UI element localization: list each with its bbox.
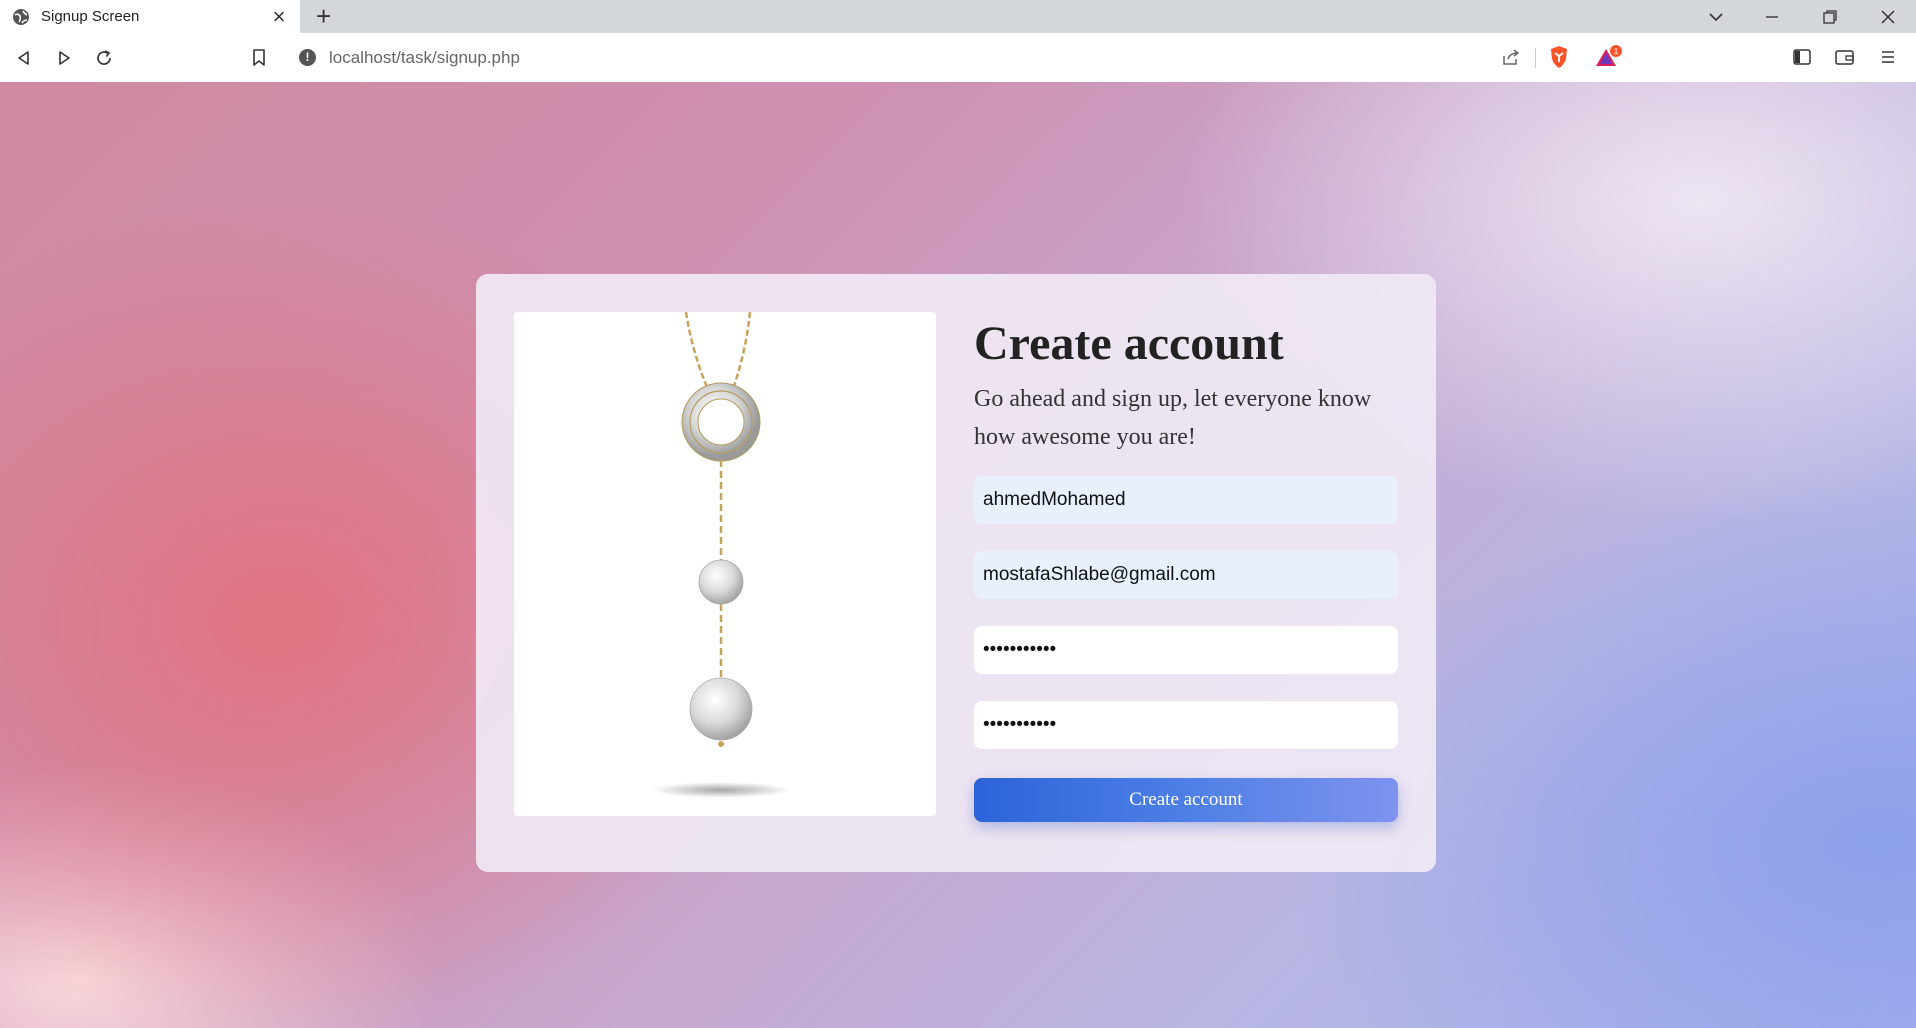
tab-search-icon[interactable]	[1688, 0, 1744, 33]
tab-title: Signup Screen	[41, 8, 140, 25]
restore-icon[interactable]	[1802, 0, 1858, 33]
menu-icon[interactable]	[1873, 40, 1903, 74]
sidebar-icon[interactable]	[1787, 40, 1817, 74]
back-arrow-icon[interactable]	[11, 45, 37, 71]
new-tab-icon[interactable]: +	[316, 3, 331, 29]
address-bar[interactable]: ! localhost/task/signup.php	[287, 40, 1627, 74]
form-title: Create account	[974, 317, 1284, 370]
site-info-icon[interactable]: !	[299, 49, 316, 66]
close-window-icon[interactable]	[1860, 0, 1916, 33]
username-field[interactable]	[974, 476, 1398, 524]
confirm-password-field[interactable]	[974, 701, 1398, 749]
tab-close-icon[interactable]: ×	[266, 5, 292, 28]
brave-shield-icon[interactable]	[1544, 40, 1574, 74]
email-field[interactable]	[974, 551, 1398, 599]
signup-card: Create account Go ahead and sign up, let…	[476, 274, 1436, 872]
globe-icon	[13, 8, 29, 25]
brave-rewards-icon[interactable]: 1	[1590, 40, 1628, 74]
necklace-illustration	[651, 312, 791, 798]
necklace-product-image	[514, 312, 936, 816]
wallet-icon[interactable]	[1830, 40, 1860, 74]
rewards-count: 1	[1614, 47, 1619, 56]
minimize-icon[interactable]	[1744, 0, 1800, 33]
create-account-button[interactable]: Create account	[974, 778, 1398, 822]
url-text[interactable]: localhost/task/signup.php	[329, 48, 520, 68]
forward-arrow-icon[interactable]	[51, 45, 77, 71]
browser-toolbar: ! localhost/task/signup.php 1	[0, 33, 1916, 83]
page-background: Create account Go ahead and sign up, let…	[0, 82, 1916, 1028]
form-subtitle: Go ahead and sign up, let everyone know …	[974, 386, 1372, 450]
tab-strip: Signup Screen × +	[0, 0, 1916, 33]
bookmark-icon[interactable]	[246, 45, 272, 71]
reload-icon[interactable]	[91, 45, 117, 71]
share-icon[interactable]	[1496, 40, 1526, 74]
toolbar-divider	[1535, 48, 1536, 68]
password-field[interactable]	[974, 626, 1398, 674]
browser-tab[interactable]: Signup Screen ×	[0, 0, 300, 33]
